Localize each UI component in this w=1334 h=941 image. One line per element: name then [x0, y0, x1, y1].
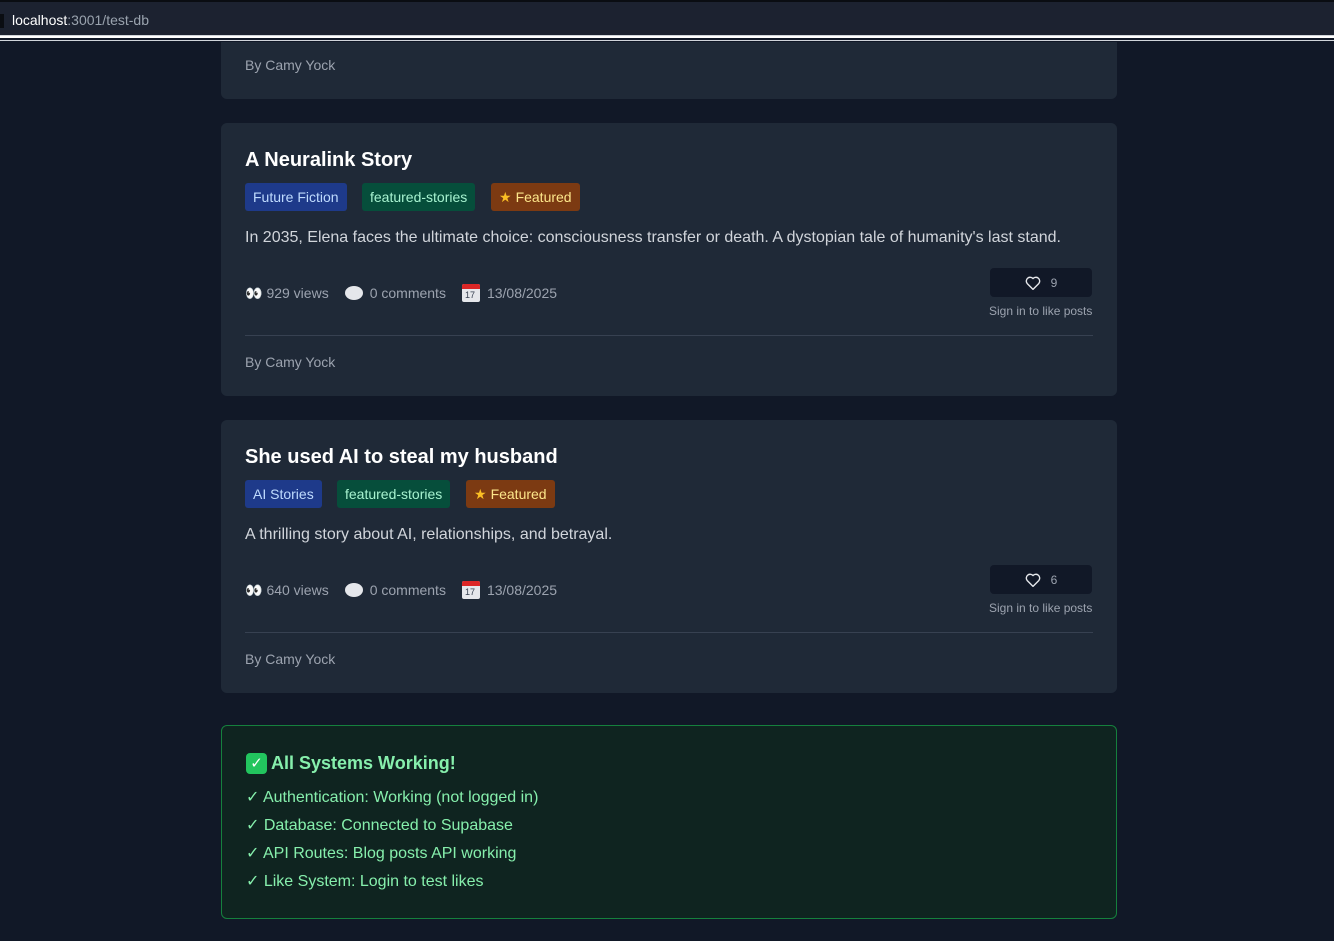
post-author: By Camy Yock — [245, 57, 336, 73]
like-button[interactable]: 6 — [990, 565, 1092, 594]
status-item: ✓ API Routes: Blog posts API working — [246, 845, 517, 862]
post-author: By Camy Yock — [245, 651, 336, 667]
comments-stat: 0 comments — [344, 582, 446, 598]
heart-icon — [1025, 573, 1041, 587]
like-button[interactable]: 9 — [990, 268, 1092, 297]
post-title[interactable]: A Neuralink Story — [245, 149, 412, 172]
post-excerpt: A thrilling story about AI, relationship… — [245, 526, 613, 543]
category-tag[interactable]: Future Fiction — [245, 183, 347, 211]
star-icon: ★ — [474, 486, 487, 502]
post-card-partial: By Camy Yock — [221, 42, 1117, 99]
card-divider — [245, 632, 1093, 633]
url-path: :3001/test-db — [67, 12, 149, 28]
url-text[interactable]: localhost:3001/test-db — [12, 12, 149, 28]
category-tag[interactable]: AI Stories — [245, 480, 322, 508]
status-title: ✓ All Systems Working! — [246, 753, 456, 774]
like-signin-note: Sign in to like posts — [989, 304, 1093, 318]
status-item: ✓ Like System: Login to test likes — [246, 873, 484, 890]
eyes-icon: 👀 — [245, 284, 262, 301]
date-stat: 13/08/2025 — [461, 581, 558, 599]
comments-count: 0 comments — [369, 285, 446, 301]
slug-tag[interactable]: featured-stories — [337, 480, 451, 508]
calendar-icon — [461, 284, 480, 302]
star-icon: ★ — [499, 189, 512, 205]
calendar-icon — [461, 581, 480, 599]
post-meta: 👀640 views 0 comments 13/08/2025 — [245, 581, 557, 599]
browser-url-bar[interactable]: localhost:3001/test-db — [0, 0, 1334, 36]
date-stat: 13/08/2025 — [461, 284, 558, 302]
card-divider — [245, 335, 1093, 336]
post-excerpt: In 2035, Elena faces the ultimate choice… — [245, 229, 1061, 246]
check-box-icon: ✓ — [246, 753, 267, 774]
views-stat: 👀 929 views — [245, 285, 329, 302]
status-item: ✓ Database: Connected to Supabase — [246, 817, 513, 834]
featured-label: Featured — [490, 486, 547, 502]
post-meta: 👀929 views 0 comments 13/08/2025 — [245, 284, 557, 302]
views-stat: 👀 640 views — [245, 582, 329, 599]
comments-count: 0 comments — [369, 582, 446, 598]
url-bar-edge — [0, 14, 4, 28]
featured-label: Featured — [515, 189, 572, 205]
post-author: By Camy Yock — [245, 354, 336, 370]
status-title-text: All Systems Working! — [271, 753, 456, 773]
views-count: 929 views — [266, 285, 329, 301]
comments-stat: 0 comments — [344, 285, 446, 301]
url-bar-underline-2 — [0, 40, 1334, 41]
speech-bubble-icon — [344, 286, 363, 300]
eyes-icon: 👀 — [245, 581, 262, 598]
post-card: A Neuralink Story Future Fiction feature… — [221, 123, 1117, 396]
views-count: 640 views — [266, 582, 329, 598]
status-item: ✓ Authentication: Working (not logged in… — [246, 789, 539, 806]
system-status-panel: ✓ All Systems Working! ✓ Authentication:… — [221, 725, 1117, 919]
featured-badge: ★ Featured — [491, 183, 580, 211]
post-date: 13/08/2025 — [486, 285, 558, 301]
status-list: ✓ Authentication: Working (not logged in… — [246, 788, 538, 900]
featured-badge: ★ Featured — [466, 480, 555, 508]
speech-bubble-icon — [344, 583, 363, 597]
like-signin-note: Sign in to like posts — [989, 601, 1093, 615]
post-title[interactable]: She used AI to steal my husband — [245, 446, 558, 469]
post-card: She used AI to steal my husband AI Stori… — [221, 420, 1117, 693]
slug-tag[interactable]: featured-stories — [362, 183, 476, 211]
url-host: localhost — [12, 12, 68, 28]
like-count: 6 — [1050, 572, 1058, 587]
like-count: 9 — [1050, 275, 1058, 290]
post-date: 13/08/2025 — [486, 582, 558, 598]
heart-icon — [1025, 276, 1041, 290]
